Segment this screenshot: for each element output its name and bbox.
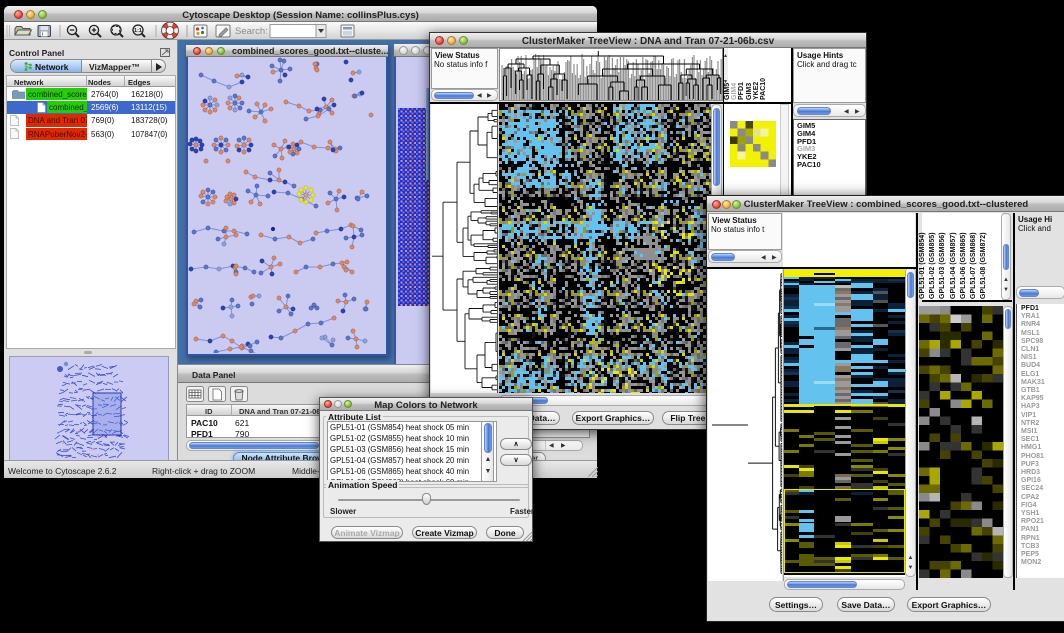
svg-text:1:1: 1:1 (134, 28, 142, 34)
svg-text:Search:: Search: (235, 26, 268, 37)
